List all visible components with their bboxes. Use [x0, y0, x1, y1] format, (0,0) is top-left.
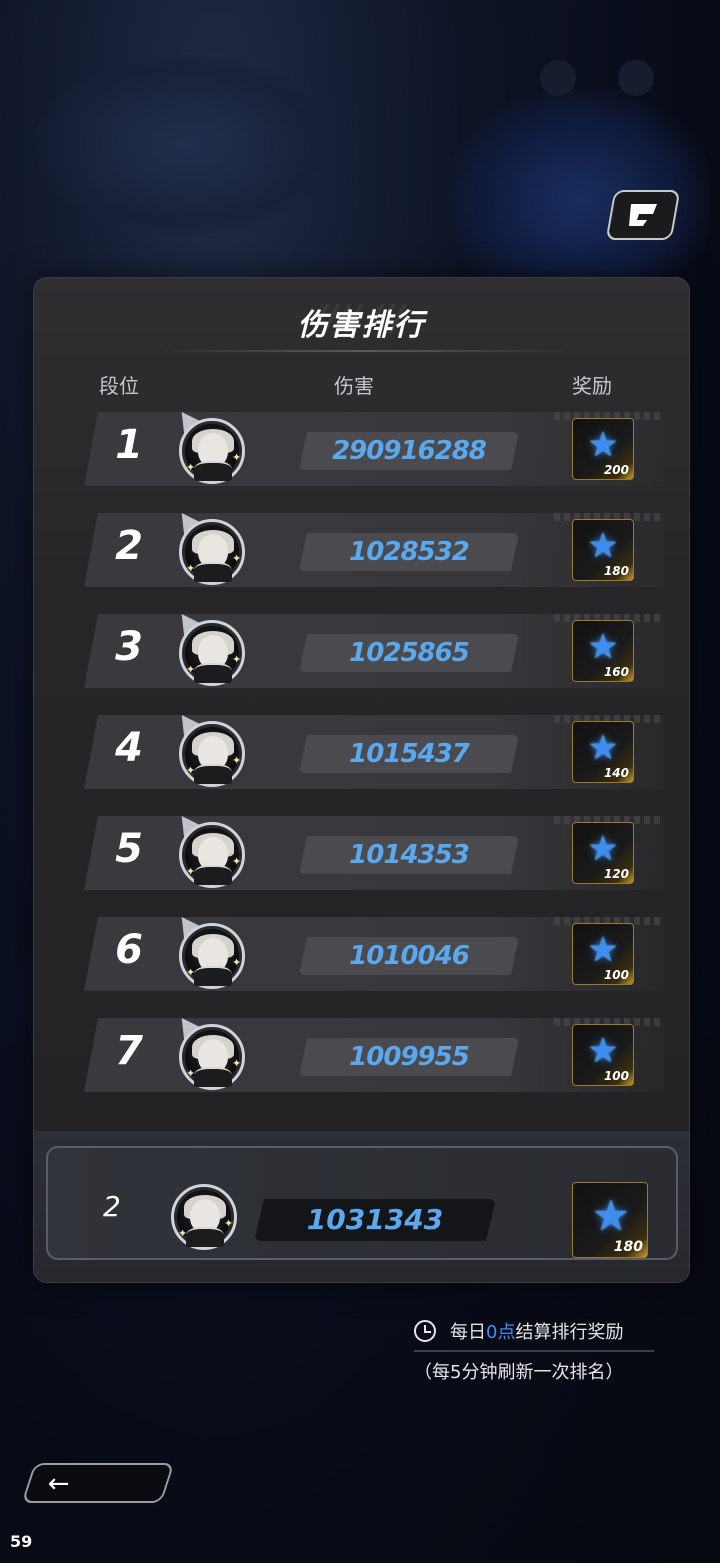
rank-number: 7	[115, 1028, 143, 1074]
reward-quantity: 180	[603, 564, 629, 578]
background-decor	[35, 55, 335, 235]
ranking-row[interactable]: 3 ✦ ✦ 1025865 ★ 160	[84, 607, 664, 690]
blue-star-icon: ★	[587, 425, 619, 465]
divider	[154, 350, 574, 352]
settlement-note: 每日0点结算排行奖励 （每5分钟刷新一次排名）	[414, 1318, 654, 1384]
damage-value: 1009955	[349, 1042, 470, 1072]
player-avatar[interactable]: ✦ ✦	[179, 721, 245, 787]
reward-quantity: 200	[603, 463, 629, 477]
reward-item[interactable]: ★ 160	[572, 620, 634, 682]
reward-item[interactable]: ★ 120	[572, 822, 634, 884]
settlement-text: 每日0点结算排行奖励	[450, 1322, 624, 1343]
background-decor	[618, 60, 654, 96]
reward-quantity: 100	[603, 1069, 629, 1083]
ranking-row[interactable]: 2 ✦ ✦ 1028532 ★ 180	[84, 506, 664, 589]
my-ranking-row[interactable]: 2 ✦ ✦ 1031343 ★ 180	[46, 1146, 678, 1260]
ranking-row[interactable]: 6 ✦ ✦ 1010046 ★ 100	[84, 910, 664, 993]
reward-quantity: 140	[603, 766, 629, 780]
rank-switch-button[interactable]	[605, 190, 681, 240]
player-avatar[interactable]: ✦ ✦	[179, 822, 245, 888]
refresh-note: （每5分钟刷新一次排名）	[414, 1362, 624, 1383]
blue-star-icon: ★	[587, 728, 619, 768]
rank-number: 4	[115, 725, 143, 771]
panel-title: 伤害排行	[297, 308, 426, 343]
reward-item[interactable]: ★ 200	[572, 418, 634, 480]
my-rank-number: 2	[103, 1190, 121, 1223]
my-ranking-section: 2 ✦ ✦ 1031343 ★ 180	[34, 1131, 689, 1282]
damage-value: 1015437	[349, 739, 470, 769]
column-header-damage: 伤害	[334, 374, 374, 398]
rank-number: 1	[115, 422, 143, 468]
back-button[interactable]: ←	[21, 1463, 175, 1503]
blue-star-icon: ★	[587, 526, 619, 566]
ranking-row[interactable]: 4 ✦ ✦ 1015437 ★ 140	[84, 708, 664, 791]
my-reward-item[interactable]: ★ 180	[572, 1182, 648, 1258]
reward-quantity: 100	[603, 968, 629, 982]
my-avatar[interactable]: ✦ ✦	[171, 1184, 237, 1250]
blue-star-icon: ★	[587, 829, 619, 869]
ranking-row[interactable]: 1 ✦ ✦ 290916288 ★ 200	[84, 405, 664, 488]
my-damage-value: 1031343	[306, 1203, 444, 1236]
damage-value: 1014353	[349, 840, 470, 870]
player-avatar[interactable]: ✦ ✦	[179, 1024, 245, 1090]
blue-star-icon: ★	[587, 627, 619, 667]
player-avatar[interactable]: ✦ ✦	[179, 620, 245, 686]
ranking-panel: //// /// 伤害排行 段位 伤害 奖励 1 ✦ ✦ 290916288 ★ …	[33, 277, 690, 1283]
player-avatar[interactable]: ✦ ✦	[179, 418, 245, 484]
column-header-rank: 段位	[99, 374, 139, 398]
damage-value: 1028532	[349, 537, 470, 567]
reward-quantity: 120	[603, 867, 629, 881]
flag-icon	[629, 204, 657, 226]
rank-number: 2	[115, 523, 143, 569]
blue-star-icon: ★	[592, 1191, 630, 1240]
player-avatar[interactable]: ✦ ✦	[179, 519, 245, 585]
player-avatar[interactable]: ✦ ✦	[179, 923, 245, 989]
reward-item[interactable]: ★ 100	[572, 1024, 634, 1086]
background-decor	[540, 60, 576, 96]
blue-star-icon: ★	[587, 1031, 619, 1071]
rank-number: 3	[115, 624, 143, 670]
fps-counter: 59	[10, 1532, 33, 1551]
clock-icon	[414, 1320, 436, 1342]
column-header-reward: 奖励	[572, 374, 612, 398]
rank-number: 5	[115, 826, 143, 872]
damage-value: 1025865	[349, 638, 470, 668]
reward-item[interactable]: ★ 180	[572, 519, 634, 581]
rank-number: 6	[115, 927, 143, 973]
reward-item[interactable]: ★ 140	[572, 721, 634, 783]
reward-quantity: 180	[613, 1239, 643, 1255]
left-arrow-icon: ←	[47, 1469, 70, 1499]
damage-value: 290916288	[332, 436, 487, 466]
ranking-row[interactable]: 7 ✦ ✦ 1009955 ★ 100	[84, 1011, 664, 1094]
damage-value: 1010046	[349, 941, 470, 971]
blue-star-icon: ★	[587, 930, 619, 970]
settlement-time: 0点	[486, 1322, 516, 1343]
reward-quantity: 160	[603, 665, 629, 679]
ranking-row[interactable]: 5 ✦ ✦ 1014353 ★ 120	[84, 809, 664, 892]
reward-item[interactable]: ★ 100	[572, 923, 634, 985]
